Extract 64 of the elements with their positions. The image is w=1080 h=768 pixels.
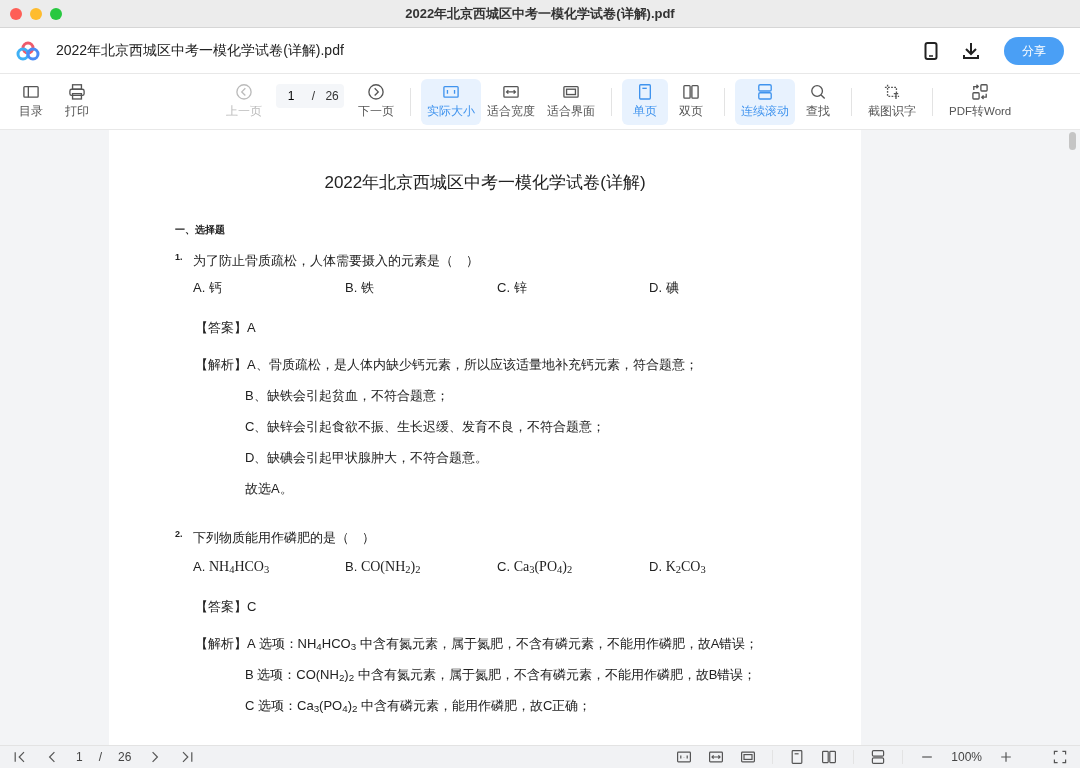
fit-page-icon[interactable] <box>740 749 757 765</box>
answer-option: B. CO(NH$_{2}$)$_{2}$ <box>345 555 497 577</box>
question-text: 为了防止骨质疏松，人体需要摄入的元素是（ ） <box>193 251 479 270</box>
analysis-text: 故选A。 <box>245 480 293 498</box>
sidebar-tool[interactable]: 目录 <box>8 78 54 125</box>
window-title: 2022年北京西城区中考一模化学试卷(详解).pdf <box>405 4 675 23</box>
continuous-scroll-icon[interactable] <box>870 749 887 765</box>
next-tool[interactable]: 下一页 <box>352 78 400 125</box>
fit-width-tool[interactable]: 适合宽度 <box>481 78 541 125</box>
analysis-label: 【解析】 <box>195 356 247 374</box>
convert-icon <box>970 82 991 101</box>
zoom-in-icon[interactable] <box>998 749 1014 765</box>
analysis-text: C 选项：Ca$_{3}$(PO$_{4}$)$_{2}$ 中含有磷元素，能用作磷肥，故C正确； <box>245 697 592 715</box>
double-page-tool[interactable]: 双页 <box>668 78 714 125</box>
analysis-text: A、骨质疏松，是人体内缺少钙元素，所以应该适量地补充钙元素，符合题意； <box>247 356 698 374</box>
printer-icon <box>67 82 87 101</box>
document-title: 2022年北京西城区中考一模化学试卷(详解) <box>323 172 647 194</box>
search-icon <box>808 82 828 101</box>
double-page-icon[interactable] <box>821 749 838 765</box>
fullscreen-icon[interactable] <box>1052 749 1068 765</box>
double-page-icon <box>681 82 701 101</box>
crop-tool[interactable]: 截图识字 <box>862 78 922 125</box>
page-total: 26 <box>118 749 132 766</box>
scrollbar-thumb[interactable] <box>1069 132 1076 150</box>
answer-option: D. 碘 <box>649 278 801 298</box>
analysis-text: A 选项：NH$_{4}$HCO$_{3}$ 中含有氮元素，属于氮肥，不含有磷元素，不能用作磷肥，故A错误； <box>247 635 759 653</box>
page-number-field[interactable]: 1 <box>281 86 302 105</box>
search-tool[interactable]: 查找 <box>795 78 841 125</box>
answer-line: 【答案】A <box>194 318 257 337</box>
section-heading: 一、选择题 <box>175 222 226 237</box>
answer-option: A. NH$_{4}$HCO$_{3}$ <box>193 555 345 577</box>
previous-icon <box>234 82 254 101</box>
convert-tool[interactable]: PDF转Word <box>943 78 1018 125</box>
file-name: 2022年北京西城区中考一模化学试卷(详解).pdf <box>56 41 344 60</box>
phone-icon[interactable] <box>924 41 938 60</box>
analysis-text: B 选项：CO(NH$_{2}$)$_{2}$ 中含有氮元素，属于氮肥，不含有磷元素，不能用作磷肥，故B错误； <box>245 666 757 684</box>
analysis-label: 【解析】 <box>195 635 247 653</box>
zoom-level: 100% <box>951 749 982 766</box>
continuous-scroll-icon <box>755 82 775 101</box>
analysis-text: D、缺碘会引起甲状腺肿大，不符合题意。 <box>245 449 489 467</box>
download-icon[interactable] <box>962 41 980 60</box>
page-separator: / <box>311 87 315 105</box>
actual-size-icon[interactable] <box>676 749 693 765</box>
crop-icon <box>882 82 902 101</box>
app-logo <box>16 40 40 61</box>
question-number: 1. <box>175 250 184 264</box>
answer-option: A. 钙 <box>193 278 345 298</box>
analysis-text: B、缺铁会引起贫血，不符合题意； <box>245 387 449 405</box>
page-separator: / <box>98 749 103 766</box>
fit-page-tool[interactable]: 适合界面 <box>541 78 601 125</box>
printer-tool[interactable]: 打印 <box>54 78 100 125</box>
next-icon <box>366 82 386 101</box>
close-button[interactable] <box>10 8 22 20</box>
answer-option: C. Ca$_{3}$(PO$_{4}$)$_{2}$ <box>497 555 649 577</box>
page-number: 1 <box>76 749 83 766</box>
answer-option: B. 铁 <box>345 278 497 298</box>
question-number: 2. <box>175 528 184 541</box>
analysis-text: C、缺锌会引起食欲不振、生长迟缓、发育不良，不符合题意； <box>245 418 606 436</box>
answer-line: 【答案】C <box>194 597 258 616</box>
answer-option: D. K$_{2}$CO$_{3}$ <box>649 555 801 577</box>
fit-width-icon[interactable] <box>708 749 725 765</box>
answer-option: C. 锌 <box>497 278 649 298</box>
page-total: 26 <box>325 87 339 105</box>
question-text: 下列物质能用作磷肥的是（ ） <box>193 529 375 547</box>
